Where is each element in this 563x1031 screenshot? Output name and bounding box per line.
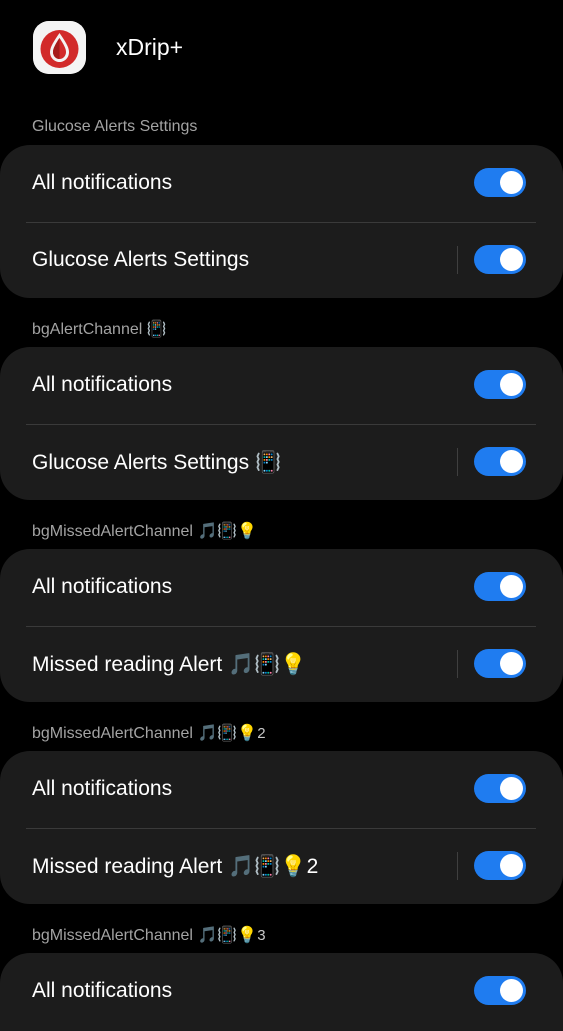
music-vibrate-light-icons: 🎵📳💡 <box>228 854 307 878</box>
section-title: bgMissedAlertChannel 🎵📳💡 <box>32 520 257 542</box>
section-title-text: bgAlertChannel <box>32 321 143 338</box>
vertical-divider <box>457 448 458 476</box>
row-label: All notifications <box>32 373 173 396</box>
music-vibrate-light-icons: 🎵📳💡 <box>197 521 258 540</box>
vertical-divider <box>457 852 458 880</box>
toggle-knob <box>500 450 523 473</box>
app-title: xDrip+ <box>116 34 184 60</box>
row-label: Missed reading Alert 🎵📳💡 <box>32 652 307 676</box>
toggle-knob <box>500 171 523 194</box>
channel-toggle[interactable] <box>474 447 526 476</box>
all-notifications-row[interactable]: All notifications <box>0 549 563 625</box>
notification-toggle[interactable] <box>474 572 526 601</box>
row-label: All notifications <box>32 979 173 1002</box>
section-title-text: bgMissedAlertChannel <box>32 523 193 540</box>
channel-card: All notifications Missed reading Alert 🎵… <box>0 549 563 702</box>
section-title: bgAlertChannel 📳 <box>32 318 167 340</box>
toggle-knob <box>500 979 523 1002</box>
channel-card: All notifications <box>0 953 563 1031</box>
all-notifications-row[interactable]: All notifications <box>0 347 563 423</box>
xdrip-blood-drop-icon <box>33 21 86 74</box>
channel-row[interactable]: Glucose Alerts Settings <box>0 222 563 298</box>
music-vibrate-light-icons: 🎵📳💡 <box>228 652 307 676</box>
notification-toggle[interactable] <box>474 370 526 399</box>
section-title: Glucose Alerts Settings <box>32 116 197 138</box>
vertical-divider <box>457 246 458 274</box>
notification-toggle[interactable] <box>474 168 526 197</box>
section-title-text: Glucose Alerts Settings <box>32 118 198 135</box>
row-label-suffix: 2 <box>306 855 319 878</box>
toggle-knob <box>500 373 523 396</box>
section-title: bgMissedAlertChannel 🎵📳💡2 <box>32 722 266 744</box>
vibrate-icon: 📳 <box>146 319 167 338</box>
row-label: Missed reading Alert 🎵📳💡2 <box>32 854 319 878</box>
channel-row[interactable]: Glucose Alerts Settings 📳 <box>0 424 563 500</box>
music-vibrate-light-icons: 🎵📳💡 <box>197 925 258 944</box>
channel-toggle[interactable] <box>474 851 526 880</box>
channel-card: All notifications Glucose Alerts Setting… <box>0 347 563 500</box>
toggle-knob <box>500 575 523 598</box>
music-vibrate-light-icons: 🎵📳💡 <box>197 723 258 742</box>
channel-card: All notifications Glucose Alerts Setting… <box>0 145 563 298</box>
toggle-knob <box>500 854 523 877</box>
section-title-suffix: 3 <box>257 927 266 944</box>
toggle-knob <box>500 248 523 271</box>
all-notifications-row[interactable]: All notifications <box>0 751 563 827</box>
notification-toggle[interactable] <box>474 774 526 803</box>
channel-row[interactable]: Missed reading Alert 🎵📳💡2 <box>0 828 563 904</box>
channel-toggle[interactable] <box>474 649 526 678</box>
row-label: All notifications <box>32 171 173 194</box>
row-label: Glucose Alerts Settings <box>32 248 250 271</box>
channel-card: All notifications Missed reading Alert 🎵… <box>0 751 563 904</box>
all-notifications-row[interactable]: All notifications <box>0 953 563 1029</box>
vertical-divider <box>457 650 458 678</box>
all-notifications-row[interactable]: All notifications <box>0 145 563 221</box>
section-title-suffix: 2 <box>257 725 266 742</box>
row-label: All notifications <box>32 575 173 598</box>
channel-row[interactable]: Missed reading Alert 🎵📳💡 <box>0 626 563 702</box>
channel-toggle[interactable] <box>474 245 526 274</box>
section-title: bgMissedAlertChannel 🎵📳💡3 <box>32 924 266 946</box>
section-title-text: bgMissedAlertChannel <box>32 725 193 742</box>
section-title-text: bgMissedAlertChannel <box>32 927 193 944</box>
notification-toggle[interactable] <box>474 976 526 1005</box>
vibrate-icon: 📳 <box>254 450 282 474</box>
app-header: xDrip+ <box>0 0 563 100</box>
row-label: All notifications <box>32 777 173 800</box>
toggle-knob <box>500 777 523 800</box>
toggle-knob <box>500 652 523 675</box>
row-label: Glucose Alerts Settings 📳 <box>32 450 282 474</box>
